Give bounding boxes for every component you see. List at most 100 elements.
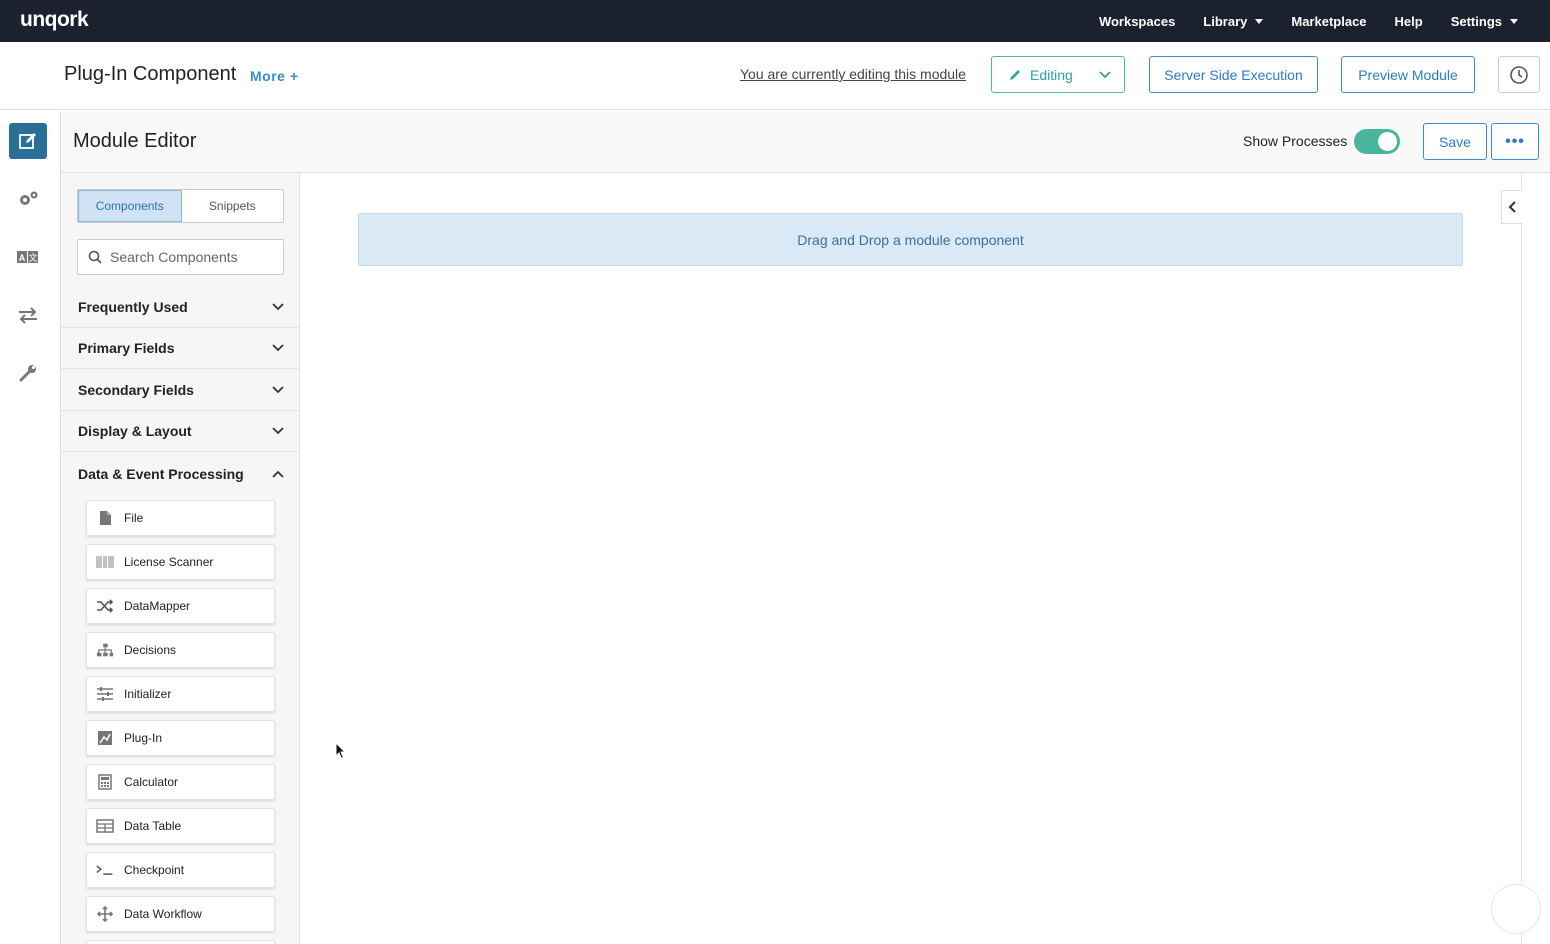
- show-processes-label: Show Processes: [1243, 133, 1348, 149]
- component-label: Data Workflow: [124, 907, 202, 921]
- section-frequently-used[interactable]: Frequently Used: [61, 287, 299, 328]
- more-actions-button[interactable]: •••: [1491, 123, 1539, 160]
- server-side-execution-button[interactable]: Server Side Execution: [1149, 56, 1318, 93]
- component-label: License Scanner: [124, 555, 214, 569]
- component-calculator[interactable]: Calculator: [86, 764, 275, 800]
- component-checkpoint[interactable]: Checkpoint: [86, 852, 275, 888]
- component-decisions[interactable]: Decisions: [86, 632, 275, 668]
- section-label: Primary Fields: [78, 340, 175, 356]
- component-initializer[interactable]: Initializer: [86, 676, 275, 712]
- editing-status-link[interactable]: You are currently editing this module: [740, 66, 966, 82]
- panel-tabs: Components Snippets: [77, 189, 284, 223]
- show-processes-toggle[interactable]: [1354, 129, 1400, 154]
- tab-snippets[interactable]: Snippets: [182, 190, 284, 222]
- component-label: Calculator: [124, 775, 179, 789]
- component-file[interactable]: File: [86, 500, 275, 536]
- component-label: Checkpoint: [124, 863, 185, 877]
- terminal-icon: [96, 861, 114, 879]
- module-editor-title: Module Editor: [73, 130, 197, 152]
- nav-help-label: Help: [1394, 13, 1423, 29]
- caret-down-icon: [1510, 18, 1518, 24]
- right-side-rail: [1521, 173, 1550, 944]
- section-label: Data & Event Processing: [78, 465, 244, 482]
- move-arrows-icon: [96, 905, 114, 923]
- help-launcher-button[interactable]: [1491, 884, 1541, 934]
- editing-mode-dropdown[interactable]: Editing: [991, 56, 1125, 93]
- nav-marketplace-label: Marketplace: [1291, 13, 1367, 29]
- nav-workspaces[interactable]: Workspaces: [1099, 14, 1175, 29]
- table-icon: [96, 817, 114, 835]
- settings-gears-icon[interactable]: [9, 181, 47, 217]
- caret-down-icon: [1255, 18, 1264, 24]
- nav-workspaces-label: Workspaces: [1098, 13, 1176, 29]
- svg-text:A: A: [19, 253, 26, 263]
- section-label: Frequently Used: [78, 299, 188, 315]
- component-dropzone[interactable]: Drag and Drop a module component: [358, 213, 1463, 266]
- collapse-panel-button[interactable]: [1501, 190, 1522, 224]
- component-data-table[interactable]: Data Table: [86, 808, 275, 844]
- chevron-up-icon: [272, 470, 284, 478]
- tab-components[interactable]: Components: [78, 190, 182, 222]
- wrench-icon[interactable]: [9, 355, 47, 391]
- transfer-arrows-icon[interactable]: [9, 297, 47, 333]
- top-nav-links: Workspaces Library Marketplace Help Sett…: [1099, 0, 1518, 42]
- component-label: DataMapper: [124, 599, 191, 613]
- nav-library-label: Library: [1203, 13, 1248, 29]
- component-license-scanner[interactable]: License Scanner: [86, 544, 275, 580]
- file-icon: [96, 509, 114, 527]
- module-canvas[interactable]: Drag and Drop a module component: [301, 173, 1521, 944]
- component-datamapper[interactable]: DataMapper: [86, 588, 275, 624]
- shuffle-icon: [96, 597, 114, 615]
- component-plug-in[interactable]: Plug-In: [86, 720, 275, 756]
- sliders-icon: [96, 685, 114, 703]
- search-icon: [88, 250, 102, 264]
- nav-settings[interactable]: Settings: [1451, 14, 1518, 29]
- top-navigation-bar: unqork Workspaces Library Marketplace He…: [0, 0, 1550, 42]
- chevron-left-icon: [1508, 201, 1516, 213]
- nav-settings-label: Settings: [1450, 13, 1502, 29]
- chevron-down-icon: [272, 386, 284, 394]
- svg-text:文: 文: [28, 252, 37, 263]
- clock-icon: [1510, 65, 1528, 84]
- module-header: Plug-In Component More + You are current…: [0, 42, 1550, 110]
- chevron-down-icon: [272, 427, 284, 435]
- edit-icon[interactable]: [9, 123, 47, 159]
- save-button[interactable]: Save: [1423, 123, 1487, 160]
- module-editor-header: Module Editor Show Processes Save •••: [61, 111, 1550, 173]
- unqork-logo[interactable]: unqork: [20, 8, 89, 32]
- page-title: Plug-In Component: [64, 63, 237, 85]
- section-data-event-processing[interactable]: Data & Event Processing: [61, 453, 299, 494]
- plugin-icon: [96, 729, 114, 747]
- section-display-layout[interactable]: Display & Layout: [61, 411, 299, 452]
- nav-marketplace[interactable]: Marketplace: [1291, 14, 1366, 29]
- nav-help[interactable]: Help: [1395, 14, 1423, 29]
- left-tool-rail: A文: [0, 111, 61, 944]
- section-label: Secondary Fields: [78, 382, 194, 398]
- sitemap-icon: [96, 641, 114, 659]
- search-components-box: [77, 239, 284, 275]
- component-label: File: [124, 511, 144, 525]
- component-label: Decisions: [124, 643, 177, 657]
- section-primary-fields[interactable]: Primary Fields: [61, 328, 299, 369]
- mouse-pointer-icon: [335, 742, 347, 760]
- editing-mode-label: Editing: [1030, 66, 1073, 83]
- component-next-partial[interactable]: [86, 940, 275, 944]
- preview-module-button[interactable]: Preview Module: [1341, 56, 1475, 93]
- chevron-down-icon: [1099, 70, 1111, 78]
- more-link[interactable]: More +: [250, 68, 299, 84]
- nav-library[interactable]: Library: [1203, 13, 1264, 29]
- pencil-icon: [1010, 69, 1020, 80]
- section-secondary-fields[interactable]: Secondary Fields: [61, 370, 299, 411]
- chevron-down-icon: [272, 303, 284, 311]
- component-label: Initializer: [124, 687, 172, 701]
- component-data-workflow[interactable]: Data Workflow: [86, 896, 275, 932]
- calculator-icon: [96, 773, 114, 791]
- barcode-icon: [96, 553, 114, 571]
- component-label: Plug-In: [124, 731, 163, 745]
- chevron-down-icon: [272, 344, 284, 352]
- search-components-input[interactable]: [110, 249, 270, 265]
- section-label: Display & Layout: [78, 423, 192, 439]
- history-button[interactable]: [1498, 56, 1540, 93]
- components-panel: Components Snippets Frequently Used Prim…: [61, 173, 300, 944]
- translate-icon[interactable]: A文: [9, 239, 47, 275]
